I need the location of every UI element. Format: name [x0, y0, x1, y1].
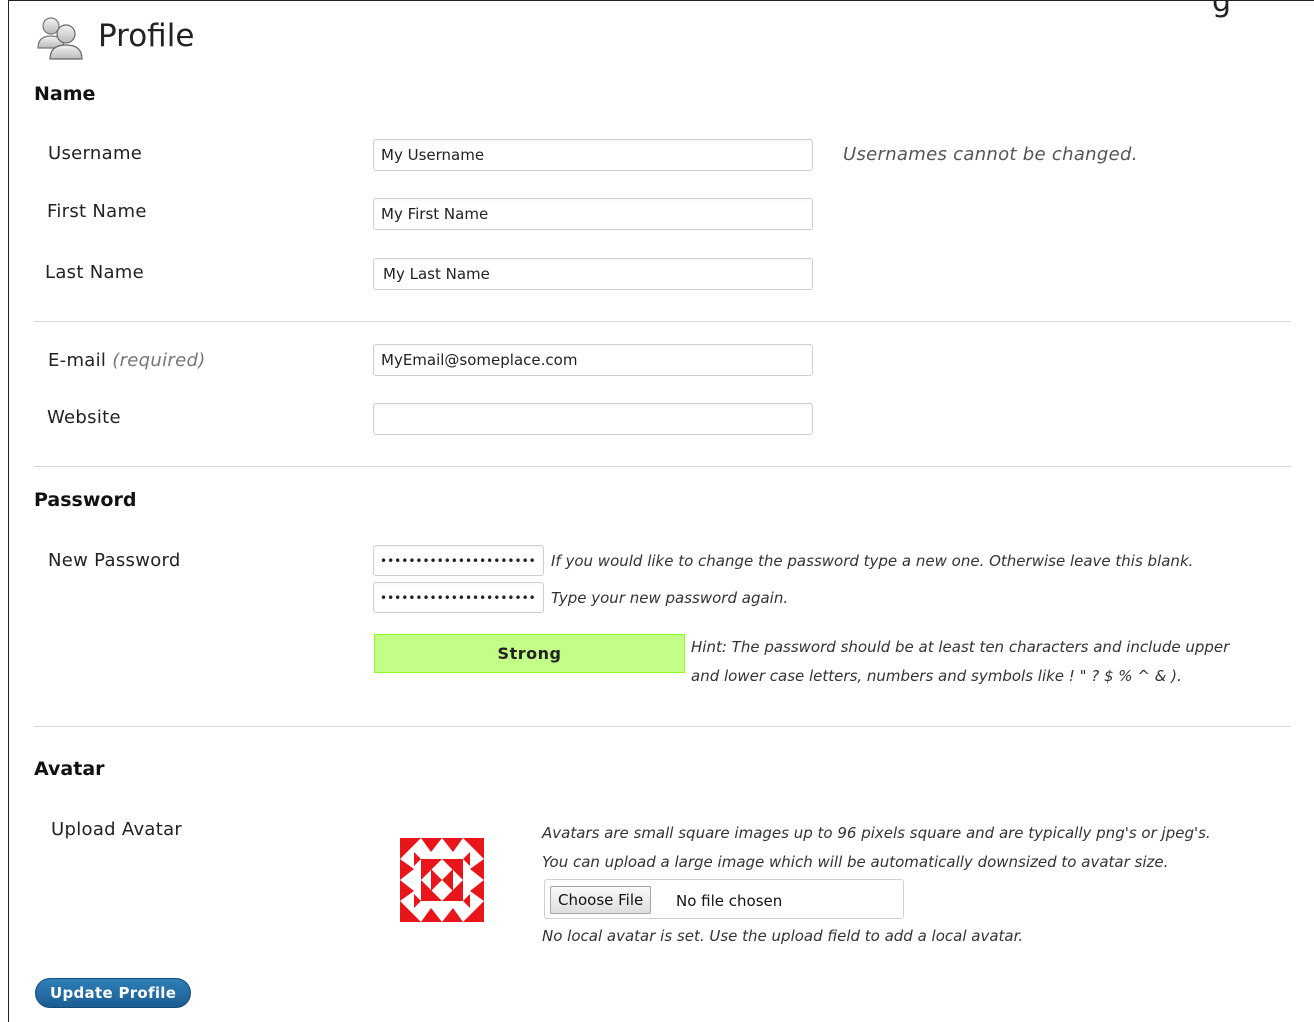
section-title-name: Name [34, 83, 96, 105]
email-label: E-mail (required) [48, 350, 206, 371]
email-label-text: E-mail [48, 350, 107, 371]
avatar-desc-line2: You can upload a large image which will … [542, 853, 1169, 871]
new-password-label: New Password [48, 550, 181, 571]
password-strength-indicator: Strong [374, 634, 685, 673]
password-help: If you would like to change the password… [551, 552, 1194, 570]
divider [34, 466, 1291, 467]
website-label: Website [47, 407, 121, 428]
username-note: Usernames cannot be changed. [843, 144, 1138, 165]
last-name-input[interactable] [373, 258, 813, 290]
website-input[interactable] [373, 403, 813, 435]
confirm-password-input[interactable] [373, 582, 544, 613]
password-hint-line2: and lower case letters, numbers and symb… [691, 667, 1182, 685]
new-password-input[interactable] [373, 545, 544, 576]
password-hint-line1: Hint: The password should be at least te… [691, 638, 1230, 656]
update-profile-button[interactable]: Update Profile [35, 978, 192, 1008]
required-note: (required) [112, 350, 206, 371]
username-label: Username [48, 143, 143, 164]
section-title-password: Password [34, 489, 137, 511]
users-icon [34, 14, 86, 64]
avatar-file-input: Choose File No file chosen [544, 879, 904, 919]
cut-off-heading-fragment: g [1212, 0, 1232, 19]
tick-mark [8, 68, 9, 74]
first-name-label: First Name [47, 201, 147, 222]
section-title-avatar: Avatar [34, 758, 105, 780]
divider [34, 321, 1291, 322]
email-input[interactable] [373, 344, 813, 376]
first-name-input[interactable] [373, 198, 813, 230]
page-title: Profile [98, 18, 195, 54]
choose-file-button[interactable]: Choose File [550, 886, 652, 914]
avatar-image [400, 838, 484, 922]
divider [34, 726, 1291, 727]
upload-avatar-label: Upload Avatar [51, 819, 183, 840]
confirm-password-help: Type your new password again. [551, 589, 789, 607]
avatar-desc-line1: Avatars are small square images up to 96… [542, 824, 1211, 842]
avatar-status: No local avatar is set. Use the upload f… [542, 927, 1024, 945]
last-name-label: Last Name [45, 262, 145, 283]
no-file-text: No file chosen [676, 892, 783, 910]
username-input[interactable] [373, 139, 813, 171]
